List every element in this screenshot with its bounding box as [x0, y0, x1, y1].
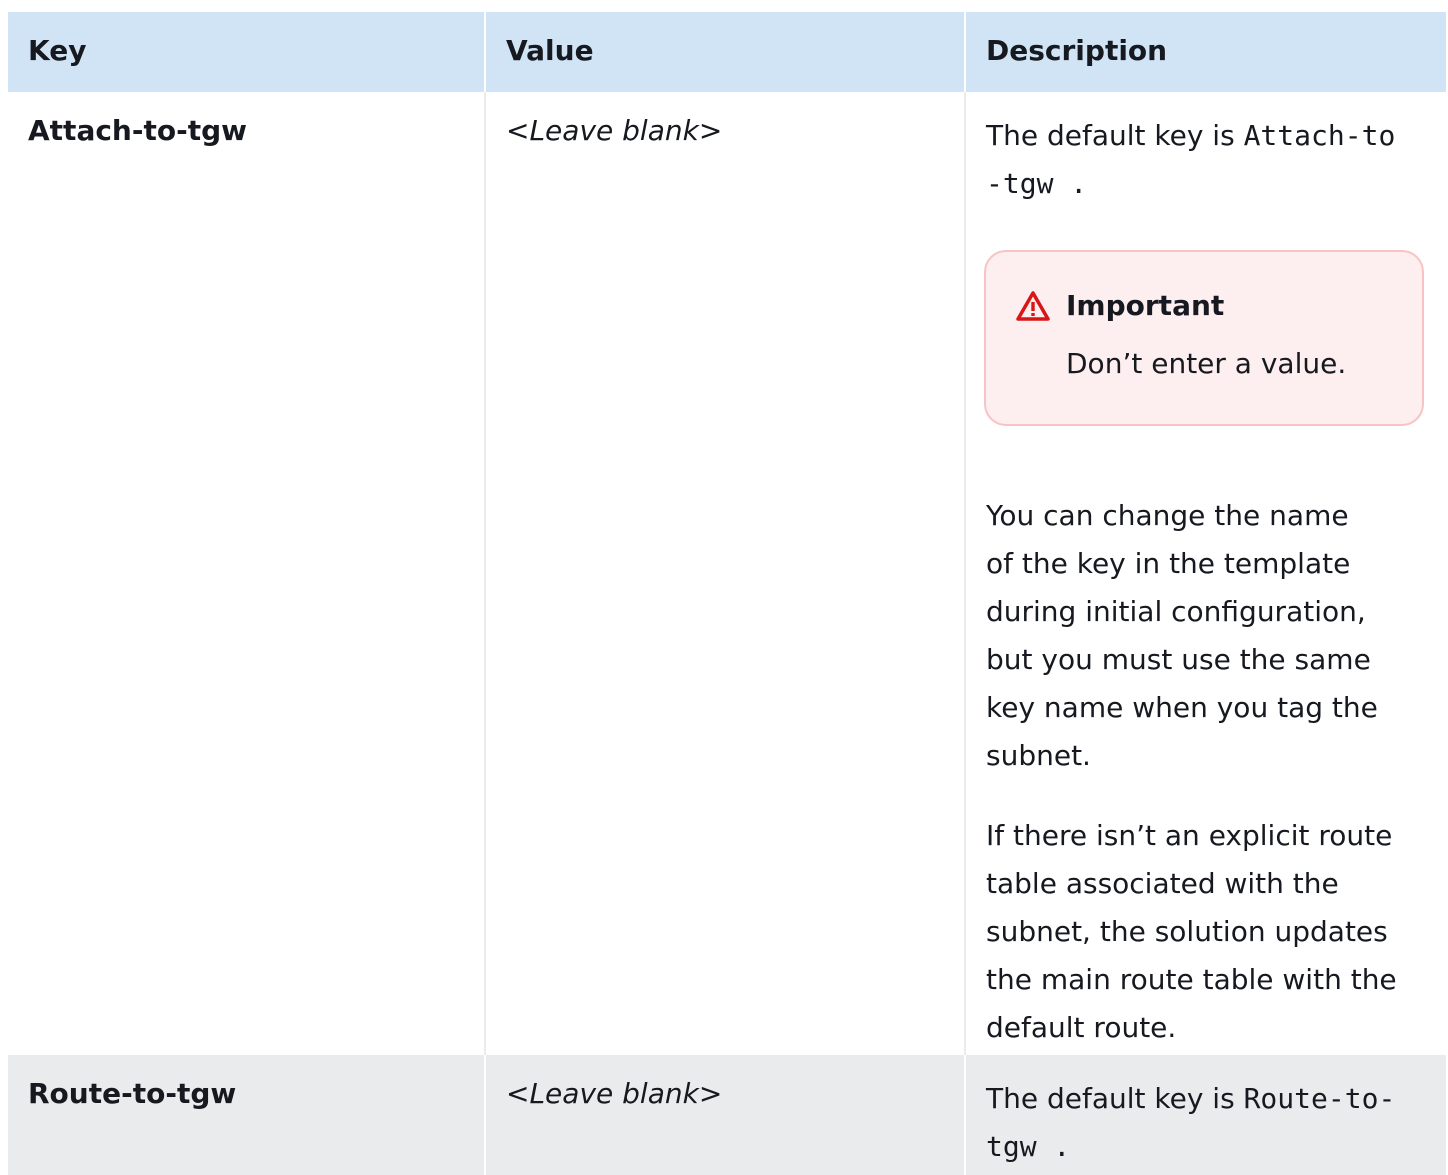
description-paragraph: If there isn’t an explicit route table a…	[986, 812, 1426, 1052]
paragraph-line: table associated with the	[986, 867, 1339, 900]
default-key-code-part2: -tgw	[986, 167, 1054, 200]
warning-triangle-icon	[1016, 290, 1050, 322]
paragraph-line: during initial configuration,	[986, 595, 1366, 628]
callout-title: Important	[1066, 289, 1225, 322]
paragraph-line: key name when you tag the	[986, 691, 1378, 724]
table-row: Attach-to-tgw <Leave blank> The default …	[8, 92, 1446, 1055]
description-cell: The default key is Attach-to -tgw . Impor…	[966, 92, 1446, 1055]
default-key-suffix: .	[1036, 1130, 1071, 1163]
paragraph-line: If there isn’t an explicit route	[986, 819, 1393, 852]
important-callout: Important Don’t enter a value.	[984, 250, 1424, 426]
key-cell: Attach-to-tgw	[8, 92, 486, 1055]
default-key-text: The default key is Attach-to -tgw .	[986, 112, 1426, 208]
header-value: Value	[486, 12, 966, 92]
table-row: Route-to-tgw <Leave blank> The default k…	[8, 1055, 1446, 1175]
value-cell: <Leave blank>	[486, 1055, 966, 1175]
value-text: <Leave blank>	[506, 1077, 723, 1110]
paragraph-line: default route.	[986, 1011, 1177, 1044]
description-cell: The default key is Route-to-tgw .	[966, 1055, 1446, 1175]
header-description: Description	[986, 34, 1168, 67]
paragraph-line: subnet.	[986, 739, 1091, 772]
paragraph-line: subnet, the solution updates	[986, 915, 1388, 948]
default-key-text: The default key is Route-to-tgw .	[986, 1075, 1426, 1171]
parameters-table: Key Value Description Attach-to-tgw <Lea…	[8, 12, 1446, 1175]
default-key-suffix: .	[1053, 167, 1088, 200]
default-key-prefix: The default key is	[986, 119, 1244, 152]
paragraph-line: of the key in the template	[986, 547, 1351, 580]
paragraph-line: You can change the name	[986, 499, 1349, 532]
table-header-row: Key Value Description	[8, 12, 1446, 92]
default-key-code-part1: Route-to-	[1243, 1082, 1396, 1115]
key-text: Route-to-tgw	[28, 1077, 237, 1110]
description-paragraph: You can change the name of the key in th…	[986, 492, 1426, 780]
callout-body: Don’t enter a value.	[1066, 347, 1347, 380]
value-text: <Leave blank>	[506, 114, 723, 147]
default-key-code-part2: tgw	[986, 1130, 1037, 1163]
paragraph-line: the main route table with the	[986, 963, 1397, 996]
default-key-code-part1: Attach-to	[1243, 119, 1396, 152]
paragraph-line: but you must use the same	[986, 643, 1371, 676]
value-cell: <Leave blank>	[486, 92, 966, 1055]
header-key: Key	[8, 12, 486, 92]
default-key-prefix: The default key is	[986, 1082, 1244, 1115]
key-text: Attach-to-tgw	[28, 114, 248, 147]
key-cell: Route-to-tgw	[8, 1055, 486, 1175]
